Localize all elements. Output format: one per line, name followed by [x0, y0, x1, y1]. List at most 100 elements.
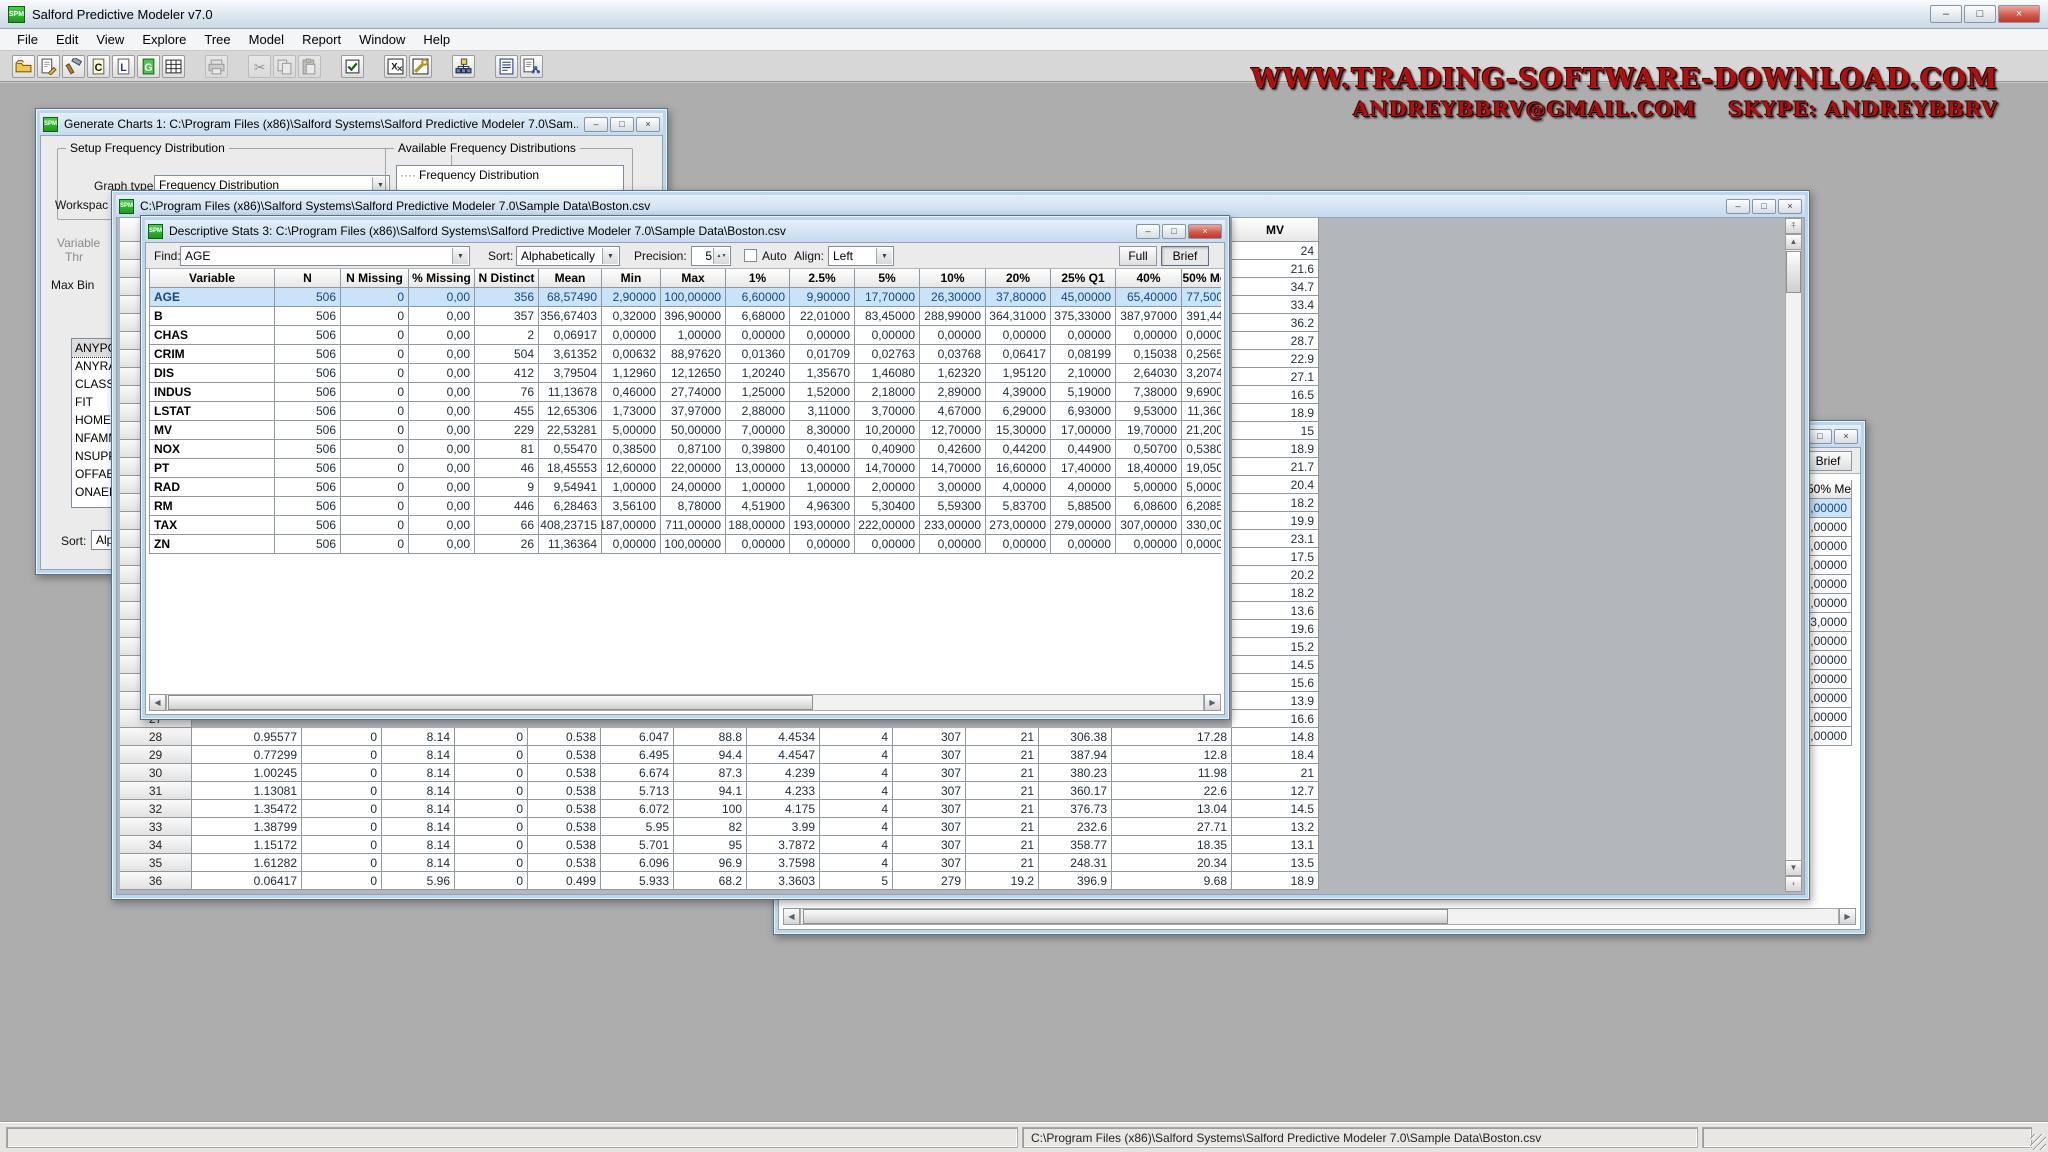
- data-cell[interactable]: 387.94: [1039, 746, 1112, 764]
- data-cell[interactable]: 4.175: [747, 800, 820, 818]
- data-cell-mv[interactable]: 15: [1232, 422, 1319, 440]
- data-cell[interactable]: 0: [302, 746, 382, 764]
- restore-icon[interactable]: □: [610, 117, 634, 132]
- data-cell[interactable]: 19.2: [966, 872, 1039, 890]
- data-cell[interactable]: 88.8: [674, 728, 747, 746]
- data-cell[interactable]: 94.4: [674, 746, 747, 764]
- scroll-down-icon[interactable]: ▼: [1785, 860, 1802, 876]
- data-cell-mv[interactable]: 16.6: [1232, 710, 1319, 728]
- data-cell-mv[interactable]: 33.4: [1232, 296, 1319, 314]
- data-cell[interactable]: 8.14: [382, 818, 455, 836]
- data-cell[interactable]: 3.3603: [747, 872, 820, 890]
- data-cell-mv[interactable]: 19.9: [1232, 512, 1319, 530]
- menu-window[interactable]: Window: [350, 30, 414, 49]
- scroll-up-icon[interactable]: ▲: [1785, 234, 1802, 250]
- precision-spinner[interactable]: 5 ▲▼: [691, 246, 731, 266]
- data-cell[interactable]: 6.096: [601, 854, 674, 872]
- data-cell-mv[interactable]: 36.2: [1232, 314, 1319, 332]
- row-number-cell[interactable]: 32: [120, 800, 192, 818]
- data-cell[interactable]: 68.2: [674, 872, 747, 890]
- data-cell[interactable]: 8.14: [382, 836, 455, 854]
- row-number-cell[interactable]: 34: [120, 836, 192, 854]
- data-cell-mv[interactable]: 34.7: [1232, 278, 1319, 296]
- data-cell[interactable]: 0: [302, 836, 382, 854]
- data-cell[interactable]: 27.71: [1112, 818, 1232, 836]
- data-cell[interactable]: 5.933: [601, 872, 674, 890]
- model-chart-icon[interactable]: X: [384, 55, 407, 78]
- data-cell[interactable]: 307: [893, 764, 966, 782]
- data-cell[interactable]: 8.14: [382, 854, 455, 872]
- stats-col-header[interactable]: N Distinct: [475, 269, 539, 288]
- data-cell[interactable]: 307: [893, 818, 966, 836]
- find-combo[interactable]: AGE ▼: [180, 246, 470, 266]
- data-cell[interactable]: 307: [893, 836, 966, 854]
- data-cell[interactable]: 360.17: [1039, 782, 1112, 800]
- data-cell-mv[interactable]: 19.6: [1232, 620, 1319, 638]
- data-cell[interactable]: 0: [455, 872, 528, 890]
- close-icon[interactable]: ×: [1778, 199, 1802, 214]
- data-cell-mv[interactable]: 21.6: [1232, 260, 1319, 278]
- stats-col-header[interactable]: Min: [602, 269, 661, 288]
- data-cell[interactable]: 8.14: [382, 800, 455, 818]
- scroll-right-icon[interactable]: ▶: [1839, 908, 1856, 925]
- data-cell[interactable]: 0.95577: [192, 728, 302, 746]
- data-cell[interactable]: 1.35472: [192, 800, 302, 818]
- data-cell[interactable]: 396.9: [1039, 872, 1112, 890]
- data-cell[interactable]: 21: [966, 782, 1039, 800]
- data-cell-mv[interactable]: 13.2: [1232, 818, 1319, 836]
- data-cell-mv[interactable]: 18.9: [1232, 440, 1319, 458]
- row-number-cell[interactable]: 31: [120, 782, 192, 800]
- generate-charts-titlebar[interactable]: SPM Generate Charts 1: C:\Program Files …: [40, 113, 663, 135]
- data-cell[interactable]: 0: [302, 728, 382, 746]
- data-cell-mv[interactable]: 13.5: [1232, 854, 1319, 872]
- menu-report[interactable]: Report: [293, 30, 350, 49]
- close-icon[interactable]: ×: [1998, 5, 2040, 23]
- scroll-left-icon[interactable]: ◀: [783, 908, 800, 925]
- menu-explore[interactable]: Explore: [133, 30, 195, 49]
- minimize-icon[interactable]: –: [1930, 5, 1962, 23]
- data-cell[interactable]: 21: [966, 818, 1039, 836]
- data-cell[interactable]: 0.538: [528, 800, 601, 818]
- g-document-icon[interactable]: G: [137, 55, 160, 78]
- data-cell[interactable]: 1.61282: [192, 854, 302, 872]
- data-cell[interactable]: 20.34: [1112, 854, 1232, 872]
- open-file-icon[interactable]: [12, 55, 35, 78]
- spinner-updown-icon[interactable]: ▲▼: [713, 248, 729, 264]
- row-number-cell[interactable]: 29: [120, 746, 192, 764]
- translate-model-icon[interactable]: [520, 55, 543, 78]
- stats-col-header[interactable]: 5%: [855, 269, 920, 288]
- score-check-icon[interactable]: [341, 55, 364, 78]
- data-cell[interactable]: 3.7872: [747, 836, 820, 854]
- data-cell[interactable]: 21: [966, 764, 1039, 782]
- data-cell-mv[interactable]: 21: [1232, 764, 1319, 782]
- data-cell[interactable]: 307: [893, 746, 966, 764]
- scroll-bottom-icon[interactable]: ⍖: [1785, 876, 1802, 892]
- row-number-cell[interactable]: 33: [120, 818, 192, 836]
- data-cell[interactable]: 0: [455, 782, 528, 800]
- data-cell[interactable]: 4.4534: [747, 728, 820, 746]
- menu-tree[interactable]: Tree: [195, 30, 239, 49]
- data-cell-mv[interactable]: 13.9: [1232, 692, 1319, 710]
- stats-col-header[interactable]: 40%: [1116, 269, 1182, 288]
- menu-help[interactable]: Help: [414, 30, 459, 49]
- data-cell[interactable]: 0: [302, 872, 382, 890]
- data-cell[interactable]: 1.15172: [192, 836, 302, 854]
- data-cell[interactable]: 0.77299: [192, 746, 302, 764]
- scroll-left-icon[interactable]: ◀: [149, 694, 166, 711]
- data-cell-mv[interactable]: 21.7: [1232, 458, 1319, 476]
- data-cell[interactable]: 0.538: [528, 836, 601, 854]
- data-cell[interactable]: 21: [966, 800, 1039, 818]
- data-cell[interactable]: 307: [893, 728, 966, 746]
- data-vscroll-thumb[interactable]: [1786, 251, 1801, 293]
- data-cell-mv[interactable]: 27.1: [1232, 368, 1319, 386]
- data-cell[interactable]: 0.06417: [192, 872, 302, 890]
- menu-edit[interactable]: Edit: [47, 30, 87, 49]
- data-cell[interactable]: 3.7598: [747, 854, 820, 872]
- stats-hscroll-thumb[interactable]: [168, 695, 813, 710]
- data-cell[interactable]: 94.1: [674, 782, 747, 800]
- data-cell-mv[interactable]: 28.7: [1232, 332, 1319, 350]
- menu-file[interactable]: File: [8, 30, 47, 49]
- row-number-cell[interactable]: 36: [120, 872, 192, 890]
- data-cell-mv[interactable]: 15.6: [1232, 674, 1319, 692]
- data-cell[interactable]: 6.072: [601, 800, 674, 818]
